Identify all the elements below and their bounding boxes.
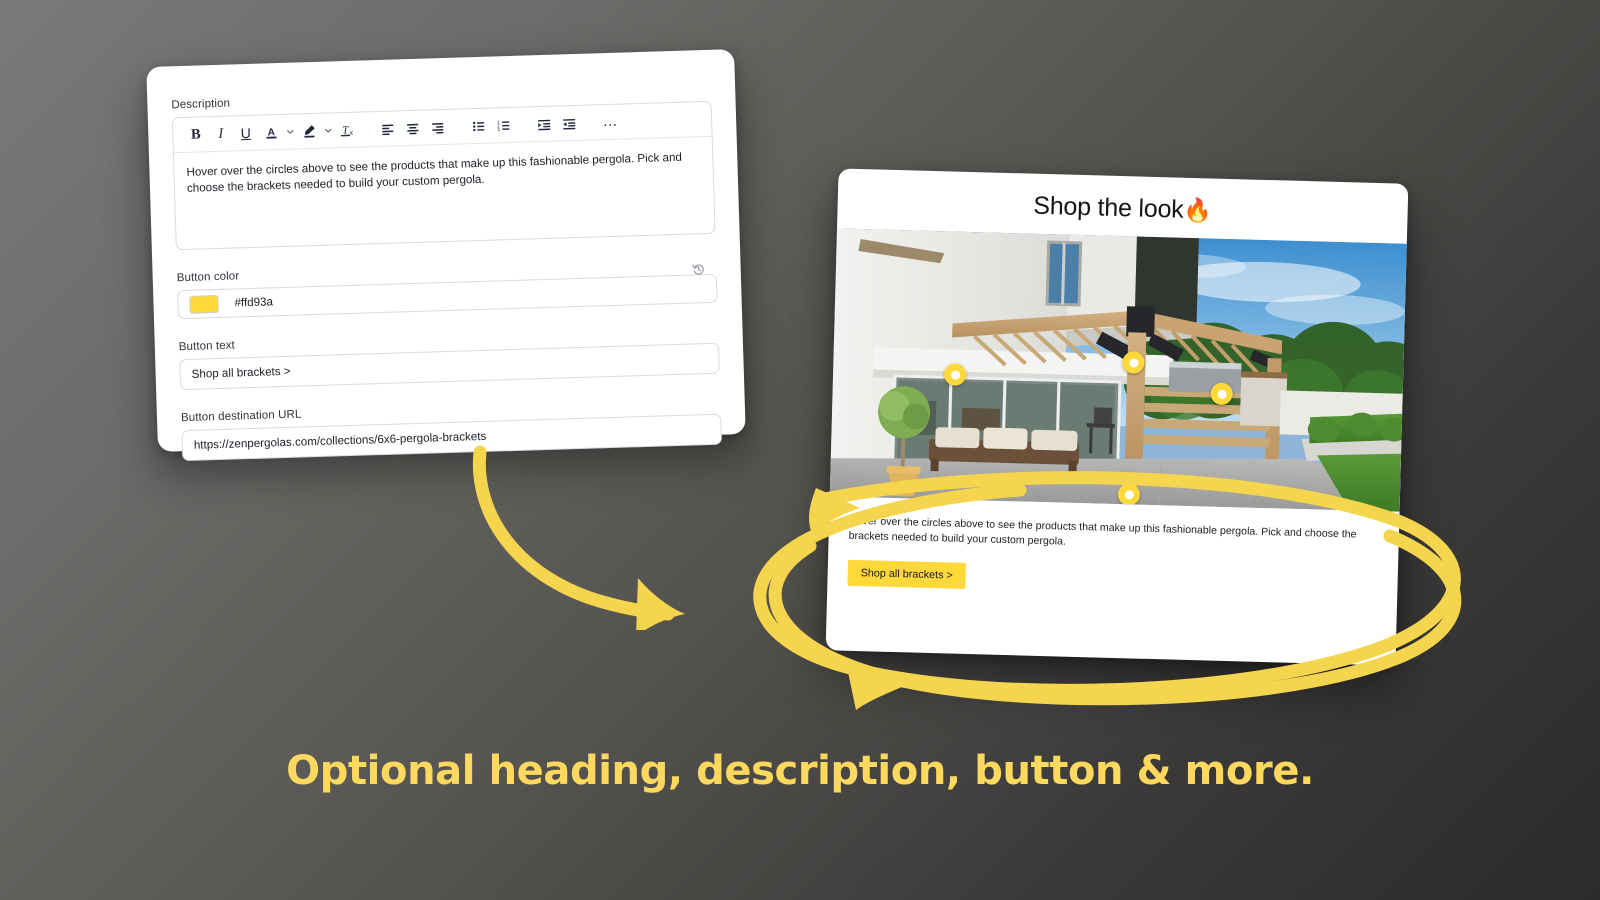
numbered-list-icon[interactable]: 1 2 3: [491, 112, 517, 138]
underline-icon[interactable]: U: [233, 120, 259, 146]
clear-formatting-icon[interactable]: T x: [334, 117, 360, 143]
button-url-field: Button destination URL https://zenpergol…: [181, 395, 723, 462]
button-text-field: Button text Shop all brackets >: [179, 324, 720, 391]
annotation-arrow: [440, 430, 720, 636]
outdent-icon[interactable]: [557, 110, 583, 136]
align-center-icon[interactable]: [400, 115, 426, 141]
svg-text:x: x: [349, 130, 353, 137]
caption-text: Optional heading, description, button & …: [286, 748, 1314, 794]
fire-emoji-icon: 🔥: [1183, 196, 1213, 224]
text-color-icon[interactable]: A: [258, 119, 284, 145]
pergola-render: [829, 228, 1407, 512]
history-revert-icon[interactable]: [691, 262, 706, 281]
more-options-icon[interactable]: …: [598, 109, 624, 135]
preview-card: Shop the look🔥 Hover over the circles ab…: [825, 168, 1409, 666]
screenshot-stage: Description B I U A T x 1 2 3 … Hover ov…: [0, 0, 1600, 900]
button-color-field: Button color #ffd93a: [177, 255, 718, 320]
card-body: Hover over the circles above to see the …: [827, 496, 1399, 600]
settings-panel: Description B I U A T x 1 2 3 … Hover ov…: [146, 49, 746, 462]
color-swatch[interactable]: [189, 294, 219, 314]
description-textarea[interactable]: Hover over the circles above to see the …: [174, 137, 715, 249]
shop-all-brackets-button[interactable]: Shop all brackets >: [847, 559, 967, 589]
svg-text:3: 3: [497, 127, 500, 132]
align-right-icon[interactable]: [425, 114, 451, 140]
highlight-color-chevron-down-icon[interactable]: [321, 118, 335, 143]
card-heading-text: Shop the look: [1032, 191, 1184, 224]
button-color-value: #ffd93a: [234, 295, 274, 310]
description-field: Description B I U A T x 1 2 3 … Hover ov…: [171, 82, 716, 251]
italic-icon[interactable]: I: [208, 121, 234, 147]
highlight-color-icon[interactable]: [296, 118, 322, 144]
pergola-hero-image: [829, 228, 1407, 512]
text-color-chevron-down-icon[interactable]: [283, 119, 297, 144]
align-left-icon[interactable]: [375, 116, 401, 142]
bold-icon[interactable]: B: [183, 122, 209, 148]
rich-text-editor[interactable]: B I U A T x 1 2 3 … Hover over the circl…: [171, 100, 716, 251]
card-description: Hover over the circles above to see the …: [848, 514, 1357, 548]
indent-icon[interactable]: [532, 111, 558, 137]
bulleted-list-icon[interactable]: [466, 113, 492, 139]
